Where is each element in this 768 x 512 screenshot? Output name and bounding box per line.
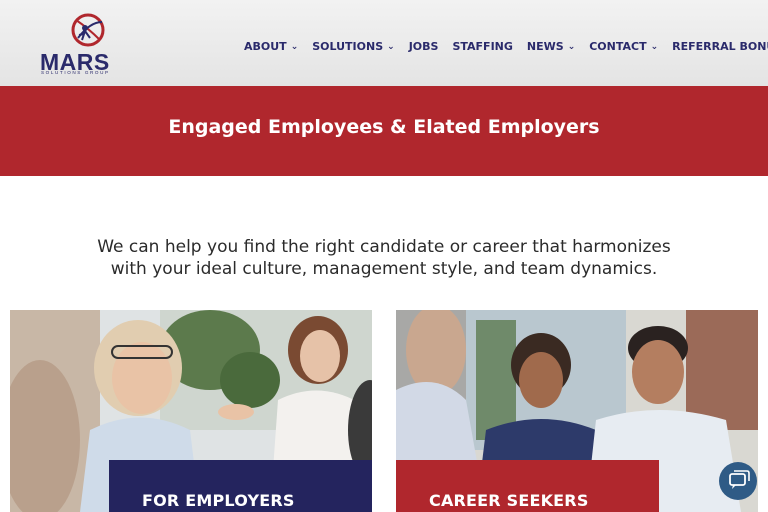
chevron-down-icon: ⌄ [387, 41, 395, 52]
chat-button[interactable] [719, 462, 757, 500]
career-seekers-label-panel[interactable]: CAREER SEEKERS [396, 460, 659, 512]
nav-staffing[interactable]: STAFFING [452, 40, 512, 53]
career-seekers-card[interactable]: CAREER SEEKERS [396, 310, 758, 512]
employers-label: FOR EMPLOYERS [142, 491, 295, 510]
hero-banner: Engaged Employees & Elated Employers [0, 86, 768, 176]
nav-label: CONTACT [589, 40, 647, 53]
career-seekers-label: CAREER SEEKERS [429, 491, 589, 510]
site-header: MARS SOLUTIONS GROUP ABOUT ⌄ SOLUTIONS ⌄… [0, 0, 768, 86]
nav-label: STAFFING [452, 40, 513, 53]
employers-label-panel[interactable]: FOR EMPLOYERS [109, 460, 372, 512]
nav-label: REFERRAL BONUS [672, 40, 768, 53]
intro-text: We can help you find the right candidate… [40, 236, 728, 280]
chevron-down-icon: ⌄ [650, 41, 659, 52]
banner-title: Engaged Employees & Elated Employers [168, 116, 600, 138]
nav-referral-bonus[interactable]: REFERRAL BONUS [672, 40, 768, 53]
intro-line: We can help you find the right candidate… [97, 237, 671, 257]
mars-logo[interactable]: MARS SOLUTIONS GROUP [38, 8, 138, 78]
logo-tagline: SOLUTIONS GROUP [41, 70, 110, 75]
nav-solutions[interactable]: SOLUTIONS ⌄ [312, 40, 394, 53]
chat-icon [729, 470, 750, 489]
chevron-down-icon: ⌄ [567, 41, 576, 52]
intro-line: with your ideal culture, management styl… [110, 259, 658, 279]
nav-contact[interactable]: CONTACT ⌄ [589, 40, 658, 53]
chevron-down-icon: ⌄ [290, 41, 299, 52]
nav-news[interactable]: NEWS ⌄ [527, 40, 575, 53]
employers-card[interactable]: FOR EMPLOYERS [10, 310, 372, 512]
nav-about[interactable]: ABOUT ⌄ [244, 40, 298, 53]
nav-label: JOBS [408, 40, 439, 53]
nav-label: NEWS [526, 40, 564, 53]
main-nav: ABOUT ⌄ SOLUTIONS ⌄ JOBS STAFFING NEWS ⌄… [244, 40, 768, 53]
nav-label: SOLUTIONS [312, 40, 384, 53]
nav-jobs[interactable]: JOBS [409, 40, 439, 53]
nav-label: ABOUT [244, 40, 287, 53]
